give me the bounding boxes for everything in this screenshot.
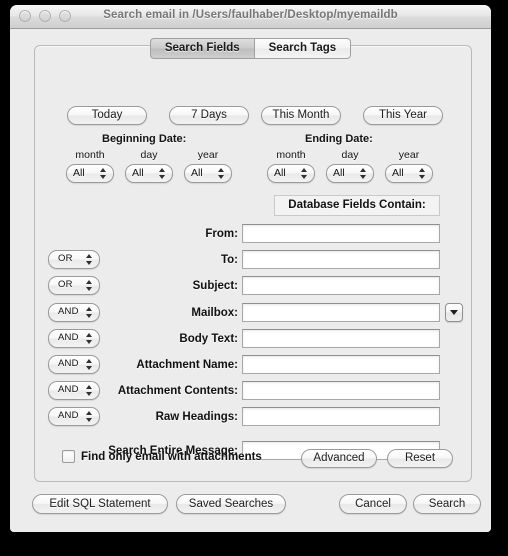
quick-range-7-days[interactable]: 7 Days <box>169 106 249 125</box>
attachments-only-checkbox-row[interactable]: Find only email with attachments <box>62 450 262 463</box>
advanced-button[interactable]: Advanced <box>301 449 377 468</box>
field-label-mailbox: Mailbox: <box>191 307 238 319</box>
reset-button[interactable]: Reset <box>387 449 453 468</box>
tab-bar: Search Fields Search Tags <box>10 38 491 59</box>
stepper-arrows-icon <box>419 167 426 180</box>
search-email-window: Search email in /Users/faulhaber/Desktop… <box>10 5 491 532</box>
stepper-arrows-icon <box>218 167 225 180</box>
stepper-arrows-icon <box>360 167 367 180</box>
field-label-subject: Subject: <box>192 280 238 292</box>
window-titlebar: Search email in /Users/faulhaber/Desktop… <box>10 5 491 29</box>
field-label-from: From: <box>205 228 238 240</box>
mailbox-dropdown-button[interactable] <box>445 303 463 322</box>
field-input-from[interactable] <box>242 224 440 243</box>
quick-range-this-year[interactable]: This Year <box>363 106 443 125</box>
field-label-attachment-name: Attachment Name: <box>136 359 238 371</box>
beginning-date-title: Beginning Date: <box>102 133 187 145</box>
field-label-to: To: <box>220 254 238 266</box>
quick-range-today[interactable]: Today <box>67 106 147 125</box>
ending-date-month-value: All <box>274 167 286 179</box>
chevron-down-icon <box>450 310 458 315</box>
field-label-body-text: Body Text: <box>179 333 238 345</box>
beginning-date-month-select[interactable]: All <box>66 164 114 183</box>
tab-search-fields[interactable]: Search Fields <box>149 38 254 59</box>
ending-date-title: Ending Date: <box>305 133 373 145</box>
beginning-date-month-value: All <box>73 167 85 179</box>
ending-date-year-label: year <box>398 149 420 161</box>
stepper-arrows-icon <box>301 167 308 180</box>
field-input-body-text[interactable] <box>242 329 440 348</box>
stepper-arrows-icon <box>100 167 107 180</box>
beginning-date-day-label: day <box>140 149 158 161</box>
ending-date-month-select[interactable]: All <box>267 164 315 183</box>
dialog-button-bar: Edit SQL Statement Saved Searches Cancel… <box>10 494 491 532</box>
ending-date-year-value: All <box>392 167 404 179</box>
edit-sql-statement-button[interactable]: Edit SQL Statement <box>32 494 168 514</box>
field-input-attachment-name[interactable] <box>242 355 440 374</box>
field-label-attachment-contents: Attachment Contents: <box>117 385 238 397</box>
search-fields-panel: Today 7 Days This Month This Year Beginn… <box>34 45 472 482</box>
ending-date-day-select[interactable]: All <box>326 164 374 183</box>
quick-range-this-month[interactable]: This Month <box>261 106 341 125</box>
field-label-raw-headings: Raw Headings: <box>155 411 238 423</box>
stepper-arrows-icon <box>159 167 166 180</box>
beginning-date-year-label: year <box>197 149 219 161</box>
beginning-date-day-select[interactable]: All <box>125 164 173 183</box>
window-title: Search email in /Users/faulhaber/Desktop… <box>103 9 398 21</box>
cancel-button[interactable]: Cancel <box>339 494 407 514</box>
attachments-only-label: Find only email with attachments <box>81 450 262 463</box>
beginning-date-day-value: All <box>132 167 144 179</box>
beginning-date-month-label: month <box>75 149 105 161</box>
beginning-date-year-select[interactable]: All <box>184 164 232 183</box>
field-input-mailbox[interactable] <box>242 303 440 322</box>
tab-search-tags[interactable]: Search Tags <box>253 38 352 59</box>
ending-date-year-select[interactable]: All <box>385 164 433 183</box>
field-input-subject[interactable] <box>242 276 440 295</box>
saved-searches-button[interactable]: Saved Searches <box>176 494 286 514</box>
field-input-attachment-contents[interactable] <box>242 381 440 400</box>
field-input-to[interactable] <box>242 250 440 269</box>
field-input-raw-headings[interactable] <box>242 407 440 426</box>
window-body: Today 7 Days This Month This Year Beginn… <box>10 29 491 532</box>
attachments-only-checkbox[interactable] <box>62 450 75 463</box>
database-fields-contain-header: Database Fields Contain: <box>274 195 440 216</box>
beginning-date-year-value: All <box>191 167 203 179</box>
search-button[interactable]: Search <box>413 494 481 514</box>
ending-date-day-label: day <box>341 149 359 161</box>
ending-date-day-value: All <box>333 167 345 179</box>
ending-date-month-label: month <box>276 149 306 161</box>
